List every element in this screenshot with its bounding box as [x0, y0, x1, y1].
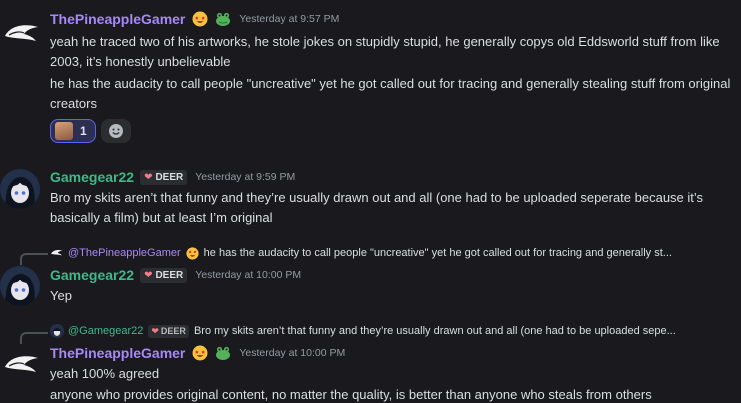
role-tag-label: DEER [155, 269, 184, 281]
reply-connector [20, 332, 48, 344]
timestamp: Yesterday at 9:57 PM [239, 13, 340, 25]
timestamp: Yesterday at 10:00 PM [239, 347, 346, 359]
frog-emoji-icon [215, 345, 231, 361]
anime-avatar-icon [0, 169, 40, 209]
message-header: Gamegear22 ❤ DEER Yesterday at 10:00 PM [50, 267, 301, 283]
avatar[interactable] [2, 14, 42, 54]
role-tag[interactable]: ❤ DEER [140, 267, 188, 283]
message-text: yeah 100% agreed [50, 366, 160, 381]
star-struck-emoji-icon [192, 11, 208, 27]
shark-logo-icon [5, 356, 38, 372]
star-struck-emoji-icon [192, 345, 208, 361]
reply-preview[interactable]: @Gamegear22 ❤ DEER Bro my skits aren’t th… [50, 324, 733, 338]
role-tag[interactable]: ❤ DEER [140, 169, 188, 185]
role-tag: ❤ DEER [148, 324, 189, 338]
message-text: Bro my skits aren’t that funny and they’… [50, 190, 704, 225]
heart-icon: ❤ [144, 171, 153, 183]
message-text: anyone who provides original content, no… [50, 387, 652, 402]
reply-avatar [50, 246, 64, 260]
avatar[interactable] [0, 266, 40, 306]
star-struck-emoji-icon [186, 246, 199, 260]
message-text: yeah he traced two of his artworks, he s… [50, 34, 720, 69]
reply-author[interactable]: @ThePineappleGamer [68, 247, 181, 259]
avatar[interactable] [2, 345, 42, 385]
add-reaction-button[interactable] [100, 119, 131, 143]
reply-preview[interactable]: @ThePineappleGamer he has the audacity t… [50, 246, 733, 260]
frog-emoji-icon [215, 11, 231, 27]
role-tag-label: DEER [160, 326, 186, 336]
heart-icon: ❤ [144, 269, 153, 281]
face-photo-emoji-icon [55, 122, 73, 140]
reply-avatar [50, 324, 64, 338]
chat-feed: ThePineappleGamer Yesterday at 9:57 PM y… [0, 0, 741, 403]
reply-author[interactable]: @Gamegear22 [68, 325, 143, 337]
role-tag-label: DEER [155, 171, 184, 183]
reaction-count: 1 [80, 124, 87, 138]
reply-text: he has the audacity to call people "uncr… [203, 247, 672, 259]
message-header: ThePineappleGamer Yesterday at 10:00 PM [50, 345, 345, 361]
reaction-button[interactable]: 1 [50, 119, 96, 143]
reply-connector [20, 253, 48, 265]
smiley-icon [108, 124, 123, 138]
message-header: Gamegear22 ❤ DEER Yesterday at 9:59 PM [50, 169, 295, 185]
heart-icon: ❤ [151, 325, 159, 336]
author-name[interactable]: Gamegear22 [50, 169, 134, 185]
avatar[interactable] [0, 169, 40, 209]
reply-text: Bro my skits aren’t that funny and they’… [193, 325, 676, 337]
message-text: Yep [50, 288, 72, 303]
author-name[interactable]: Gamegear22 [50, 267, 134, 283]
reaction-bar: 1 [50, 119, 131, 143]
anime-avatar-icon [0, 266, 40, 306]
timestamp: Yesterday at 10:00 PM [195, 269, 302, 281]
shark-logo-icon [5, 25, 38, 41]
timestamp: Yesterday at 9:59 PM [195, 171, 296, 183]
message-header: ThePineappleGamer Yesterday at 9:57 PM [50, 11, 339, 27]
message-text: he has the audacity to call people "uncr… [50, 76, 731, 111]
author-name[interactable]: ThePineappleGamer [50, 345, 185, 361]
author-name[interactable]: ThePineappleGamer [50, 11, 185, 27]
